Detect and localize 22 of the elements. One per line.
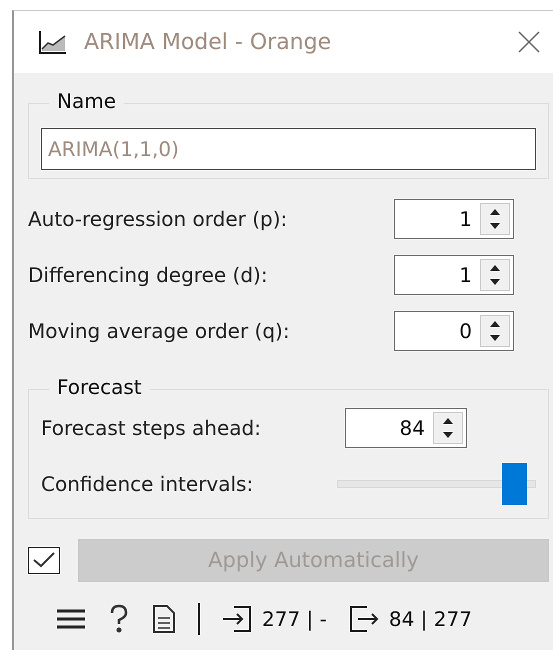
parameter-label: Differencing degree (d): <box>28 263 269 287</box>
confidence-label: Confidence intervals: <box>41 472 254 496</box>
spin-box[interactable]: 84 <box>345 408 467 448</box>
spin-box[interactable]: 0 <box>394 311 514 351</box>
parameter-label: Auto-regression order (p): <box>28 207 288 231</box>
name-field[interactable]: ARIMA(1,1,0) <box>41 128 536 170</box>
output-count: 84 | 277 <box>388 607 472 631</box>
input-count: 277 | - <box>262 607 327 631</box>
slider-thumb[interactable] <box>502 463 528 505</box>
line-chart-icon <box>38 29 68 55</box>
document-icon[interactable] <box>152 604 176 634</box>
confidence-slider[interactable] <box>336 463 536 505</box>
steps-label: Forecast steps ahead: <box>41 416 262 440</box>
spin-box[interactable]: 1 <box>394 255 514 295</box>
window-title: ARIMA Model - Orange <box>84 30 332 54</box>
spin-box[interactable]: 1 <box>394 199 514 239</box>
close-icon[interactable] <box>517 30 541 54</box>
menu-icon[interactable] <box>56 608 86 630</box>
parameter-label: Moving average order (q): <box>28 319 291 343</box>
output-icon <box>348 605 379 633</box>
input-icon <box>222 605 252 633</box>
help-icon[interactable] <box>108 604 130 634</box>
